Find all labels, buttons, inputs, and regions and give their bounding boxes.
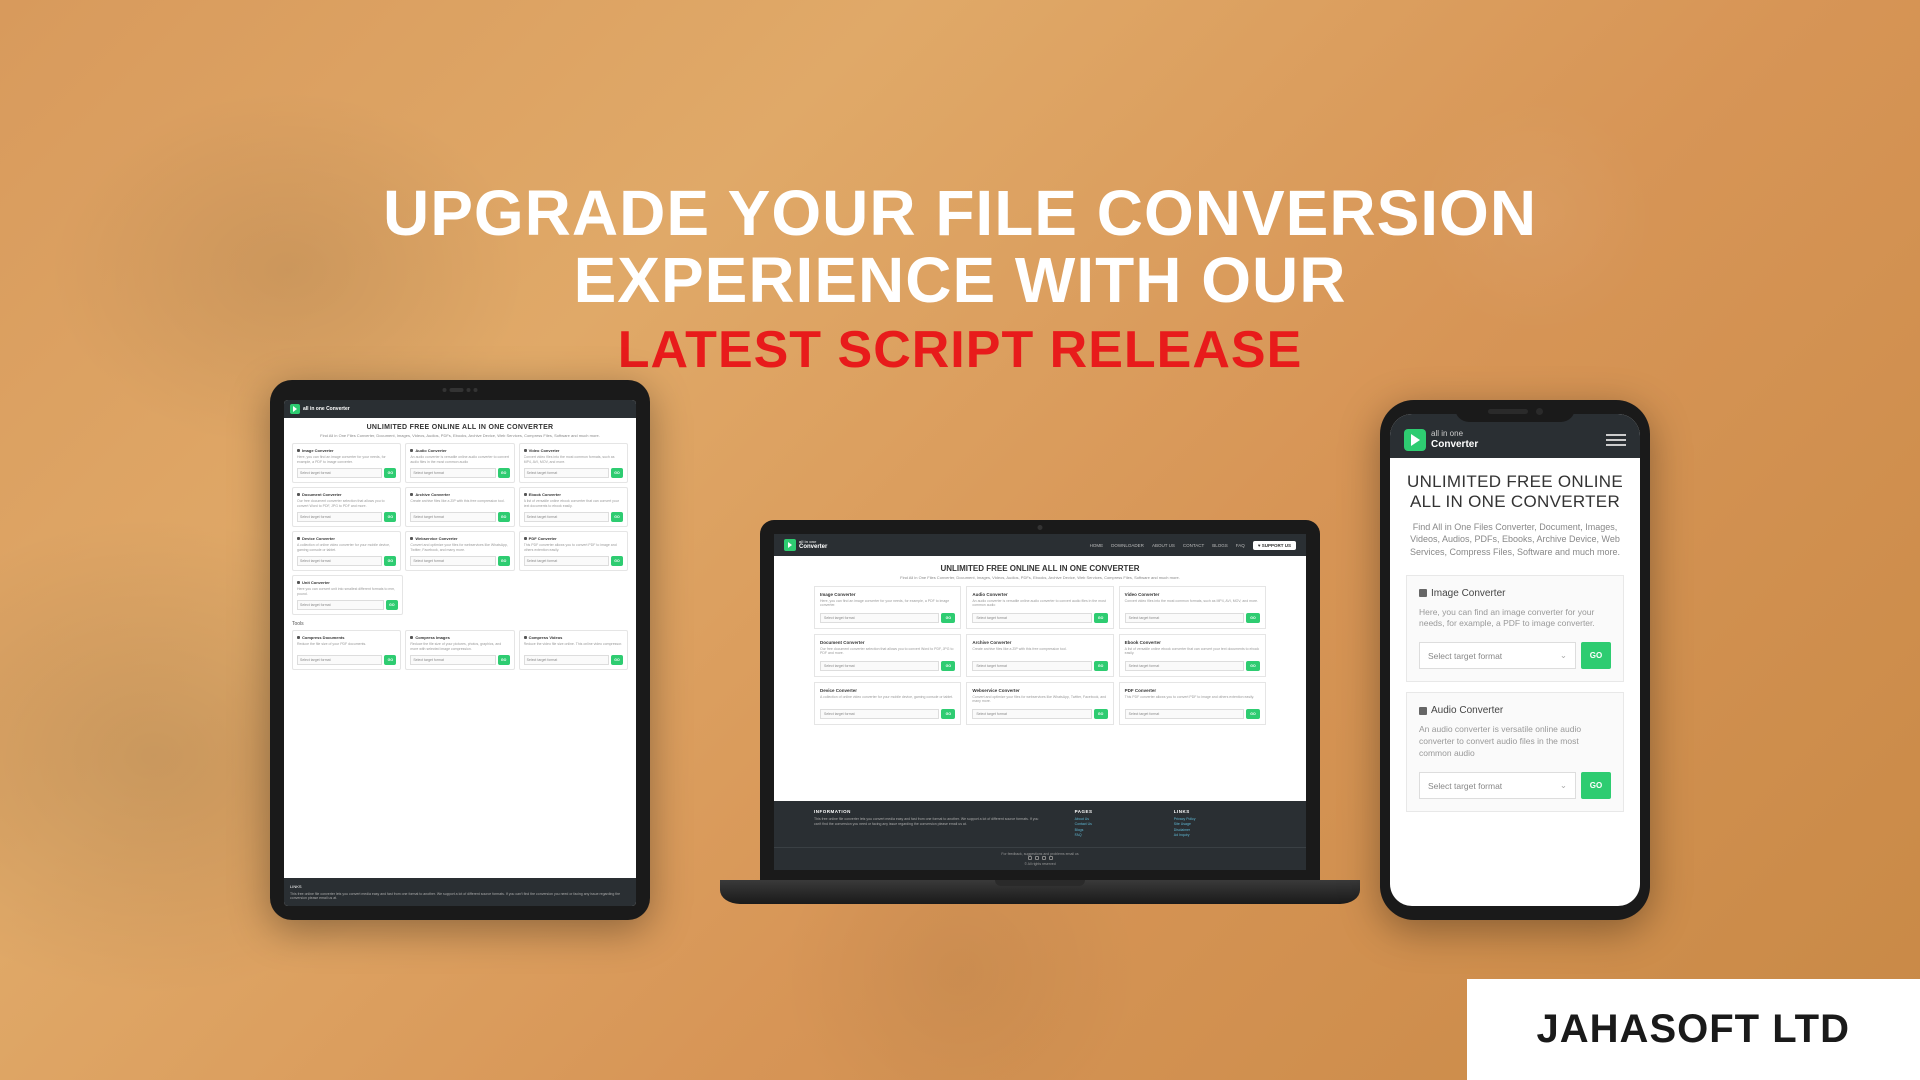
- card-audio[interactable]: Audio ConverterAn audio converter is ver…: [405, 443, 514, 483]
- card-ebook[interactable]: Ebook ConverterA list of versatile onlin…: [519, 487, 628, 527]
- play-logo-icon: [784, 539, 796, 551]
- card-webservice[interactable]: Webservice ConverterConvert and optimize…: [966, 682, 1113, 725]
- tablet-title: UNLIMITED FREE ONLINE ALL IN ONE CONVERT…: [292, 424, 628, 431]
- card-device[interactable]: Device ConverterA collection of online v…: [814, 682, 961, 725]
- tablet-subtitle: Find All in One Files Converter, Documen…: [292, 433, 628, 438]
- card-document[interactable]: Document ConverterOur free document conv…: [292, 487, 401, 527]
- nav-blogs[interactable]: BLOGS: [1212, 543, 1228, 548]
- support-button[interactable]: ♥ SUPPORT US: [1253, 541, 1296, 550]
- headline: UPGRADE YOUR FILE CONVERSION EXPERIENCE …: [260, 180, 1660, 380]
- card-device[interactable]: Device ConverterA collection of online v…: [292, 531, 401, 571]
- card-ebook[interactable]: Ebook ConverterA list of versatile onlin…: [1119, 634, 1266, 677]
- card-video[interactable]: Video ConverterConvert video files into …: [519, 443, 628, 483]
- nav-home[interactable]: HOME: [1090, 543, 1104, 548]
- select-format[interactable]: Select target format: [1419, 772, 1576, 799]
- play-logo-icon: [1404, 429, 1426, 451]
- hamburger-icon[interactable]: [1606, 431, 1626, 449]
- tablet-header: all in one Converter: [284, 400, 636, 418]
- card-pdf[interactable]: PDF ConverterThis PDF converter allows y…: [519, 531, 628, 571]
- card-pdf[interactable]: PDF ConverterThis PDF converter allows y…: [1119, 682, 1266, 725]
- select-format[interactable]: Select target format: [1419, 642, 1576, 669]
- company-badge: JAHASOFT LTD: [1467, 979, 1920, 1080]
- go-button[interactable]: GO: [1581, 772, 1611, 799]
- card-audio[interactable]: Audio ConverterAn audio converter is ver…: [966, 586, 1113, 629]
- card-archive[interactable]: Archive ConverterCreate archive files li…: [405, 487, 514, 527]
- phone-subtitle: Find All in One Files Converter, Documen…: [1406, 521, 1624, 559]
- headline-line2: EXPERIENCE WITH OUR: [260, 247, 1660, 314]
- nav-faq[interactable]: FAQ: [1236, 543, 1245, 548]
- card-webservice[interactable]: Webservice ConverterConvert and optimize…: [405, 531, 514, 571]
- laptop-title: UNLIMITED FREE ONLINE ALL IN ONE CONVERT…: [814, 564, 1266, 573]
- tablet-device: all in one Converter UNLIMITED FREE ONLI…: [270, 380, 650, 920]
- go-button[interactable]: GO: [1581, 642, 1611, 669]
- laptop-header: all in oneConverter HOME DOWNLOADER ABOU…: [774, 534, 1306, 556]
- card-video[interactable]: Video ConverterConvert video files into …: [1119, 586, 1266, 629]
- card-compress-img[interactable]: Compress ImagesReduce the file size of y…: [405, 630, 514, 670]
- card-unit[interactable]: Unit ConverterHere you can convert unit …: [292, 575, 403, 615]
- laptop-device: all in oneConverter HOME DOWNLOADER ABOU…: [720, 520, 1360, 904]
- card-image[interactable]: Image ConverterHere, you can find an ima…: [292, 443, 401, 483]
- card-image[interactable]: Image ConverterHere, you can find an ima…: [814, 586, 961, 629]
- card-image: Image Converter Here, you can find an im…: [1406, 575, 1624, 683]
- play-logo-icon: [290, 404, 300, 414]
- phone-title: UNLIMITED FREE ONLINE ALL IN ONE CONVERT…: [1406, 472, 1624, 513]
- card-document[interactable]: Document ConverterOur free document conv…: [814, 634, 961, 677]
- nav-about[interactable]: ABOUT US: [1152, 543, 1175, 548]
- laptop-footer: INFORMATION This free online file conver…: [774, 801, 1306, 847]
- laptop-subtitle: Find All in One Files Converter, Documen…: [814, 575, 1266, 580]
- headline-line3: LATEST SCRIPT RELEASE: [260, 320, 1660, 380]
- nav-downloader[interactable]: DOWNLOADER: [1111, 543, 1144, 548]
- card-compress-vid[interactable]: Compress VideosReduce the video file siz…: [519, 630, 628, 670]
- card-audio: Audio Converter An audio converter is ve…: [1406, 692, 1624, 812]
- card-compress-doc[interactable]: Compress DocumentsReduce the file size o…: [292, 630, 401, 670]
- nav-contact[interactable]: CONTACT: [1183, 543, 1204, 548]
- headline-line1: UPGRADE YOUR FILE CONVERSION: [260, 180, 1660, 247]
- phone-device: all in oneConverter UNLIMITED FREE ONLIN…: [1380, 400, 1650, 920]
- tablet-footer: LINKS This free online file converter le…: [284, 878, 636, 906]
- card-archive[interactable]: Archive ConverterCreate archive files li…: [966, 634, 1113, 677]
